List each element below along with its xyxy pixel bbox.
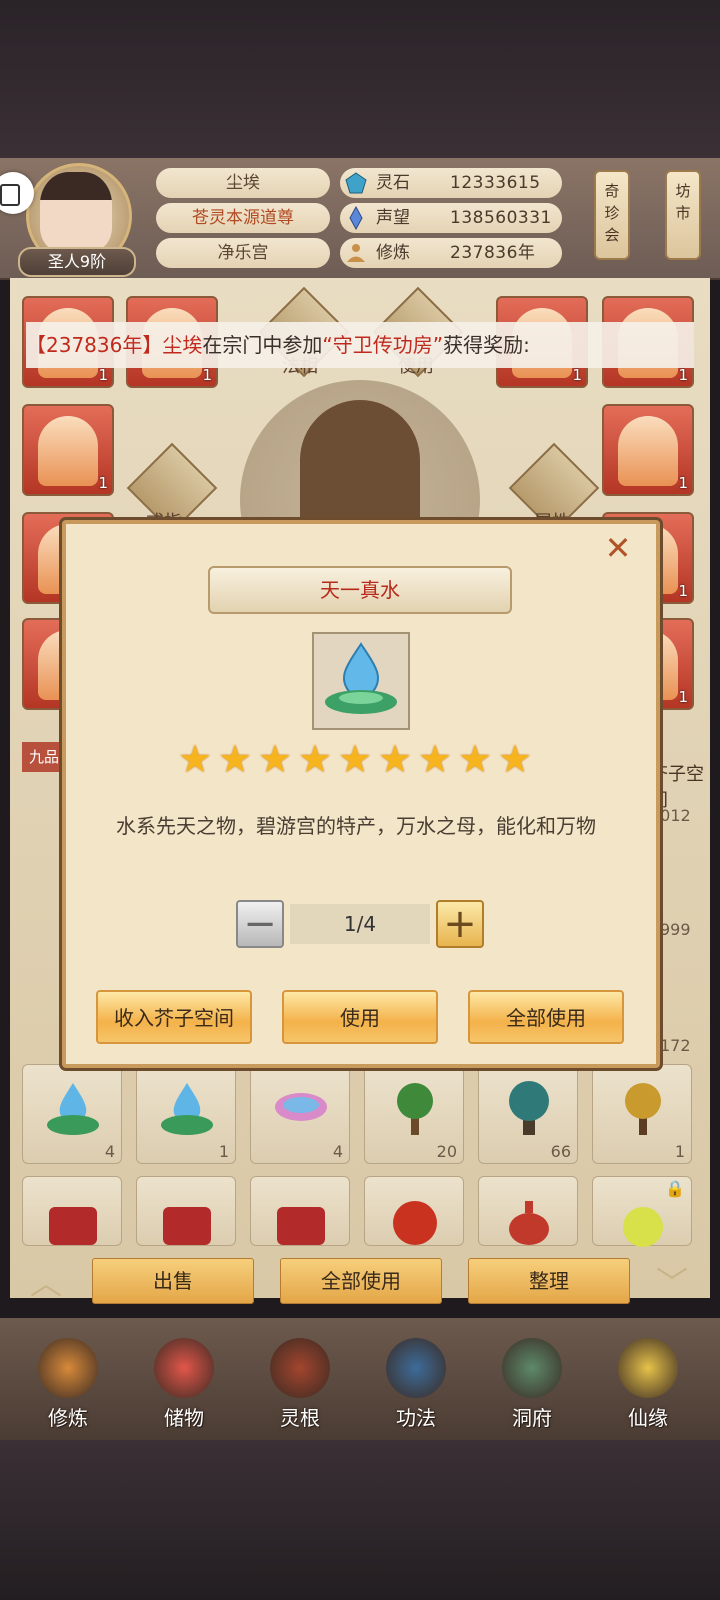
item-icon-frame (312, 632, 410, 730)
market-button[interactable]: 坊市 (665, 170, 701, 260)
resource-prestige: 声望 138560331 (340, 203, 562, 233)
mustard-space-label[interactable]: 芥子空间 (650, 760, 720, 812)
equip-slot[interactable]: 1 (602, 404, 694, 496)
nav-cave-mansion[interactable]: 洞府 (482, 1326, 582, 1434)
cultivate-icon (38, 1338, 98, 1398)
nav-storage[interactable]: 储物 (134, 1326, 234, 1434)
water-drop-icon (325, 642, 397, 714)
red-box-icon (163, 1207, 211, 1245)
star-icon: ★ (458, 737, 493, 781)
item-count: 999 (660, 920, 691, 939)
red-box-icon (49, 1207, 97, 1245)
nav-technique[interactable]: 功法 (366, 1326, 466, 1434)
bottom-background (0, 1440, 720, 1600)
player-sect: 净乐宫 (156, 238, 330, 268)
resource-spirit-stone: 灵石 12333615 (340, 168, 562, 198)
bag-item[interactable]: 66 (478, 1064, 578, 1164)
record-icon (0, 184, 20, 206)
sort-button[interactable]: 整理 (468, 1258, 630, 1304)
star-rating: ★ ★ ★ ★ ★ ★ ★ ★ ★ (178, 740, 538, 780)
scroll-down-icon[interactable]: ﹀ (656, 1258, 688, 1304)
bag-item[interactable] (136, 1176, 236, 1246)
grade-label: 九品 (22, 742, 66, 772)
teapot-icon (509, 1201, 549, 1245)
star-icon: ★ (178, 737, 213, 781)
star-icon: ★ (298, 737, 333, 781)
star-icon: ★ (218, 737, 253, 781)
bag-item[interactable]: 🔒 (592, 1176, 692, 1247)
immortal-fate-icon (618, 1338, 678, 1398)
scroll-up-icon[interactable]: ︿ (30, 1258, 62, 1304)
top-background (0, 0, 720, 160)
equip-slot[interactable]: 1 (22, 404, 114, 496)
avatar[interactable] (40, 172, 112, 252)
resource-cultivation: 修炼 237836年 (340, 238, 562, 268)
crystal-icon (349, 206, 363, 230)
red-gem-icon (393, 1201, 437, 1245)
notice-banner: 【237836年】尘埃在宗门中参加“守卫传功房”获得奖励: (26, 322, 694, 368)
sell-button[interactable]: 出售 (92, 1258, 254, 1304)
close-icon[interactable]: ✕ (600, 530, 636, 566)
use-button[interactable]: 使用 (282, 990, 438, 1044)
star-icon: ★ (418, 737, 453, 781)
bag-item[interactable]: 20 (364, 1064, 464, 1164)
increase-quantity-button[interactable]: + (436, 900, 484, 948)
nav-immortal-fate[interactable]: 仙缘 (598, 1326, 698, 1434)
bag-item[interactable]: 1 (592, 1064, 692, 1164)
bag-item[interactable] (364, 1176, 464, 1246)
tree-icon (625, 1083, 661, 1135)
bag-item[interactable]: 1 (136, 1064, 236, 1164)
bag-item[interactable]: 4 (22, 1064, 122, 1164)
star-icon: ★ (378, 737, 413, 781)
bag-item[interactable] (22, 1176, 122, 1246)
bag-item[interactable]: 4 (250, 1064, 350, 1164)
treasure-auction-button[interactable]: 奇珍会 (594, 170, 630, 260)
bag-item[interactable] (478, 1176, 578, 1246)
red-box-icon (277, 1207, 325, 1245)
nav-cultivate[interactable]: 修炼 (18, 1326, 118, 1434)
lock-icon: 🔒 (665, 1179, 685, 1198)
decrease-quantity-button[interactable]: − (236, 900, 284, 948)
orb-icon (623, 1207, 663, 1247)
cup-icon (275, 1093, 327, 1121)
tree-icon (397, 1083, 433, 1135)
water-drop-icon (47, 1083, 99, 1135)
player-name: 尘埃 (156, 168, 330, 198)
star-icon: ★ (338, 737, 373, 781)
player-title: 苍灵本源道尊 (156, 203, 330, 233)
rank-badge: 圣人9阶 (18, 247, 136, 277)
storage-bag-icon (154, 1338, 214, 1398)
meditation-icon (347, 244, 365, 262)
nav-spirit-root[interactable]: 灵根 (250, 1326, 350, 1434)
spirit-root-icon (270, 1338, 330, 1398)
item-title: 天一真水 (208, 566, 512, 614)
store-in-space-button[interactable]: 收入芥子空间 (96, 990, 252, 1044)
use-all-button[interactable]: 全部使用 (280, 1258, 442, 1304)
star-icon: ★ (498, 737, 533, 781)
bag-item[interactable] (250, 1176, 350, 1246)
cave-mansion-icon (502, 1338, 562, 1398)
tree-icon (509, 1081, 549, 1135)
quantity-field[interactable]: 1/4 (290, 904, 430, 944)
spirit-stone-icon (345, 172, 367, 194)
star-icon: ★ (258, 737, 293, 781)
technique-book-icon (386, 1338, 446, 1398)
use-all-item-button[interactable]: 全部使用 (468, 990, 624, 1044)
water-drop-icon (161, 1083, 213, 1135)
item-count: 172 (660, 1036, 691, 1055)
item-description: 水系先天之物，碧游宫的特产，万水之母，能化和万物 (116, 814, 596, 838)
